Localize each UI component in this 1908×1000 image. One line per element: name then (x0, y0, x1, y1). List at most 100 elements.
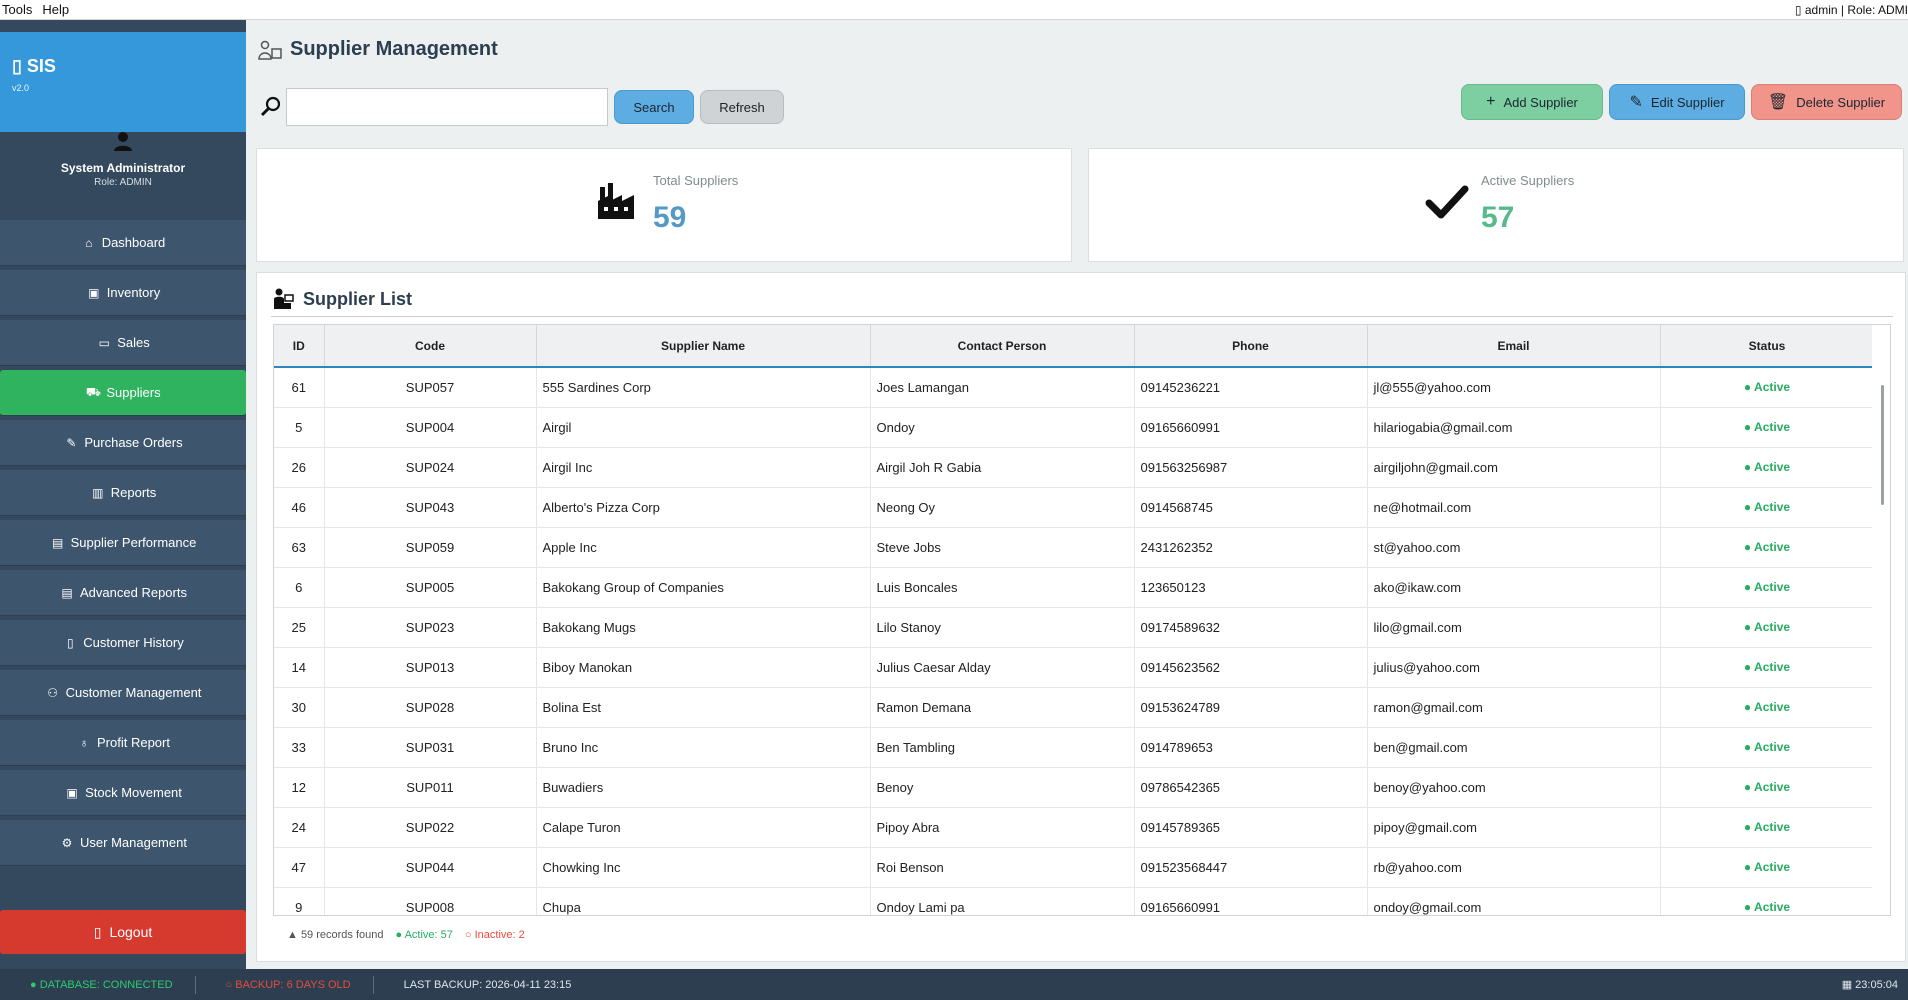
search-bar: Search Refresh (260, 88, 784, 126)
sidebar-item-label: Customer History (83, 635, 184, 650)
sidebar-item-advanced-reports[interactable]: ▤ Advanced Reports (0, 570, 246, 616)
menu-tools[interactable]: Tools (0, 2, 40, 17)
sidebar-item-label: Suppliers (106, 385, 161, 400)
table-row[interactable]: 46 SUP043 Alberto's Pizza Corp Neong Oy 0914… (274, 487, 1875, 528)
menu-help[interactable]: Help (40, 2, 77, 17)
cell-id: 12 (274, 767, 325, 808)
search-button[interactable]: Search (614, 90, 694, 124)
cell-id: 9 (274, 887, 325, 915)
table-row[interactable]: 5 SUP004 Airgil Ondoy 09165660991 hilariogabi… (274, 407, 1875, 448)
cell-phone: 09153624789 (1134, 687, 1368, 728)
cell-contact-person: Pipoy Abra (870, 807, 1135, 848)
table-row[interactable]: 61 SUP057 555 Sardines Corp Joes Lamangan 09… (274, 367, 1875, 408)
cell-code: SUP013 (324, 647, 537, 688)
total-suppliers-label: Total Suppliers (653, 173, 739, 188)
cell-email: ondoy@gmail.com (1367, 887, 1661, 915)
cell-status: ● Active (1660, 567, 1875, 608)
column-header-email[interactable]: Email (1367, 325, 1661, 368)
cell-code: SUP044 (324, 847, 537, 888)
action-buttons: + Add Supplier ✎ Edit Supplier 🗑 Delete … (1455, 84, 1902, 120)
cell-phone: 09786542365 (1134, 767, 1368, 808)
cell-supplier-name: Bruno Inc (536, 727, 871, 768)
supplier-list-icon (274, 288, 294, 309)
column-header-contact-person[interactable]: Contact Person (870, 325, 1135, 368)
cell-supplier-name: Calape Turon (536, 807, 871, 848)
money-bag-icon: ♁ (79, 735, 89, 750)
sidebar-item-label: Advanced Reports (80, 585, 187, 600)
vertical-scrollbar[interactable] (1872, 325, 1890, 915)
table-row[interactable]: 25 SUP023 Bakokang Mugs Lilo Stanoy 09174589… (274, 607, 1875, 648)
page-header: Supplier Management (258, 38, 498, 61)
cell-status: ● Active (1660, 487, 1875, 528)
sidebar-item-dashboard[interactable]: ⌂ Dashboard (0, 220, 246, 266)
cell-phone: 09174589632 (1134, 607, 1368, 648)
table-row[interactable]: 12 SUP011 Buwadiers Benoy 09786542365 benoy@y… (274, 767, 1875, 808)
supplier-management-icon (258, 40, 282, 60)
table-row[interactable]: 63 SUP059 Apple Inc Steve Jobs 2431262352 st@… (274, 527, 1875, 568)
cell-supplier-name: Bolina Est (536, 687, 871, 728)
sidebar-item-reports[interactable]: ▥ Reports (0, 470, 246, 516)
cell-email: ne@hotmail.com (1367, 487, 1661, 528)
active-suppliers-card: Active Suppliers 57 (1088, 148, 1904, 262)
cell-id: 33 (274, 727, 325, 768)
table-row[interactable]: 6 SUP005 Bakokang Group of Companies Luis B… (274, 567, 1875, 608)
app-version: v2.0 (12, 83, 30, 93)
cell-email: jl@555@yahoo.com (1367, 367, 1661, 408)
search-input[interactable] (286, 88, 608, 126)
delete-supplier-button[interactable]: 🗑 Delete Supplier (1751, 84, 1902, 120)
active-suppliers-value: 57 (1481, 201, 1515, 234)
table-row[interactable]: 26 SUP024 Airgil Inc Airgil Joh R Gabia 0915… (274, 447, 1875, 488)
cell-code: SUP023 (324, 607, 537, 648)
add-supplier-button[interactable]: + Add Supplier (1461, 84, 1603, 120)
column-header-id[interactable]: ID (274, 325, 325, 368)
table-row[interactable]: 14 SUP013 Biboy Manokan Julius Caesar Alday… (274, 647, 1875, 688)
sidebar-item-supplier-performance[interactable]: ▤ Supplier Performance (0, 520, 246, 566)
sidebar-item-customer-management[interactable]: ⚇ Customer Management (0, 670, 246, 716)
sidebar-item-purchase-orders[interactable]: ✎ Purchase Orders (0, 420, 246, 466)
cell-code: SUP008 (324, 887, 537, 915)
sidebar-item-sales[interactable]: ▭ Sales (0, 320, 246, 366)
sidebar-item-profit-report[interactable]: ♁ Profit Report (0, 720, 246, 766)
brand-header: ▯ SIS v2.0 (0, 32, 246, 132)
cell-contact-person: Ramon Demana (870, 687, 1135, 728)
sidebar-item-stock-movement[interactable]: ▣ Stock Movement (0, 770, 246, 816)
supplier-list-header: Supplier List (271, 287, 412, 311)
cell-phone: 09145623562 (1134, 647, 1368, 688)
bar-chart-icon: ▥ (92, 485, 104, 500)
cell-phone: 09145236221 (1134, 367, 1368, 408)
logout-button[interactable]: ▯ Logout (0, 910, 246, 954)
edit-supplier-label: Edit Supplier (1650, 94, 1725, 110)
table-row[interactable]: 33 SUP031 Bruno Inc Ben Tambling 0914789653 b… (274, 727, 1875, 768)
cell-code: SUP059 (324, 527, 537, 568)
supplier-list-panel: Supplier List ID Code Supplier Name Contact… (256, 272, 1906, 962)
cell-supplier-name: Airgil Inc (536, 447, 871, 488)
column-header-code[interactable]: Code (324, 325, 537, 368)
sidebar-item-label: Customer Management (65, 685, 202, 700)
sidebar-item-user-management[interactable]: ⚙ User Management (0, 820, 246, 866)
table-row[interactable]: 47 SUP044 Chowking Inc Roi Benson 0915235684… (274, 847, 1875, 888)
sidebar-item-customer-history[interactable]: ▯ Customer History (0, 620, 246, 666)
table-row[interactable]: 9 SUP008 Chupa Ondoy Lami pa 09165660991 ondo… (274, 887, 1875, 915)
sidebar-item-label: Dashboard (101, 235, 166, 250)
edit-supplier-button[interactable]: ✎ Edit Supplier (1609, 84, 1745, 120)
cell-email: rb@yahoo.com (1367, 847, 1661, 888)
cell-id: 47 (274, 847, 325, 888)
column-header-supplier-name[interactable]: Supplier Name (536, 325, 871, 368)
column-header-phone[interactable]: Phone (1134, 325, 1368, 368)
table-row[interactable]: 24 SUP022 Calape Turon Pipoy Abra 0914578936… (274, 807, 1875, 848)
sidebar-item-suppliers[interactable]: ⛟ Suppliers (0, 370, 246, 416)
cell-contact-person: Luis Boncales (870, 567, 1135, 608)
sidebar-nav: ⌂ Dashboard ▣ Inventory ▭ Sales ⛟ Suppliers ✎ Pur… (0, 220, 246, 870)
document-edit-icon: ✎ (66, 435, 77, 450)
refresh-button[interactable]: Refresh (700, 90, 784, 124)
cell-supplier-name: Biboy Manokan (536, 647, 871, 688)
column-header-status[interactable]: Status (1660, 325, 1875, 368)
supplier-list-title: Supplier List (303, 288, 413, 309)
sidebar-item-inventory[interactable]: ▣ Inventory (0, 270, 246, 316)
scrollbar-thumb[interactable] (1881, 385, 1884, 505)
cell-email: ako@ikaw.com (1367, 567, 1661, 608)
cell-email: julius@yahoo.com (1367, 647, 1661, 688)
cell-supplier-name: Buwadiers (536, 767, 871, 808)
cell-id: 61 (274, 367, 325, 408)
table-row[interactable]: 30 SUP028 Bolina Est Ramon Demana 0915362478… (274, 687, 1875, 728)
